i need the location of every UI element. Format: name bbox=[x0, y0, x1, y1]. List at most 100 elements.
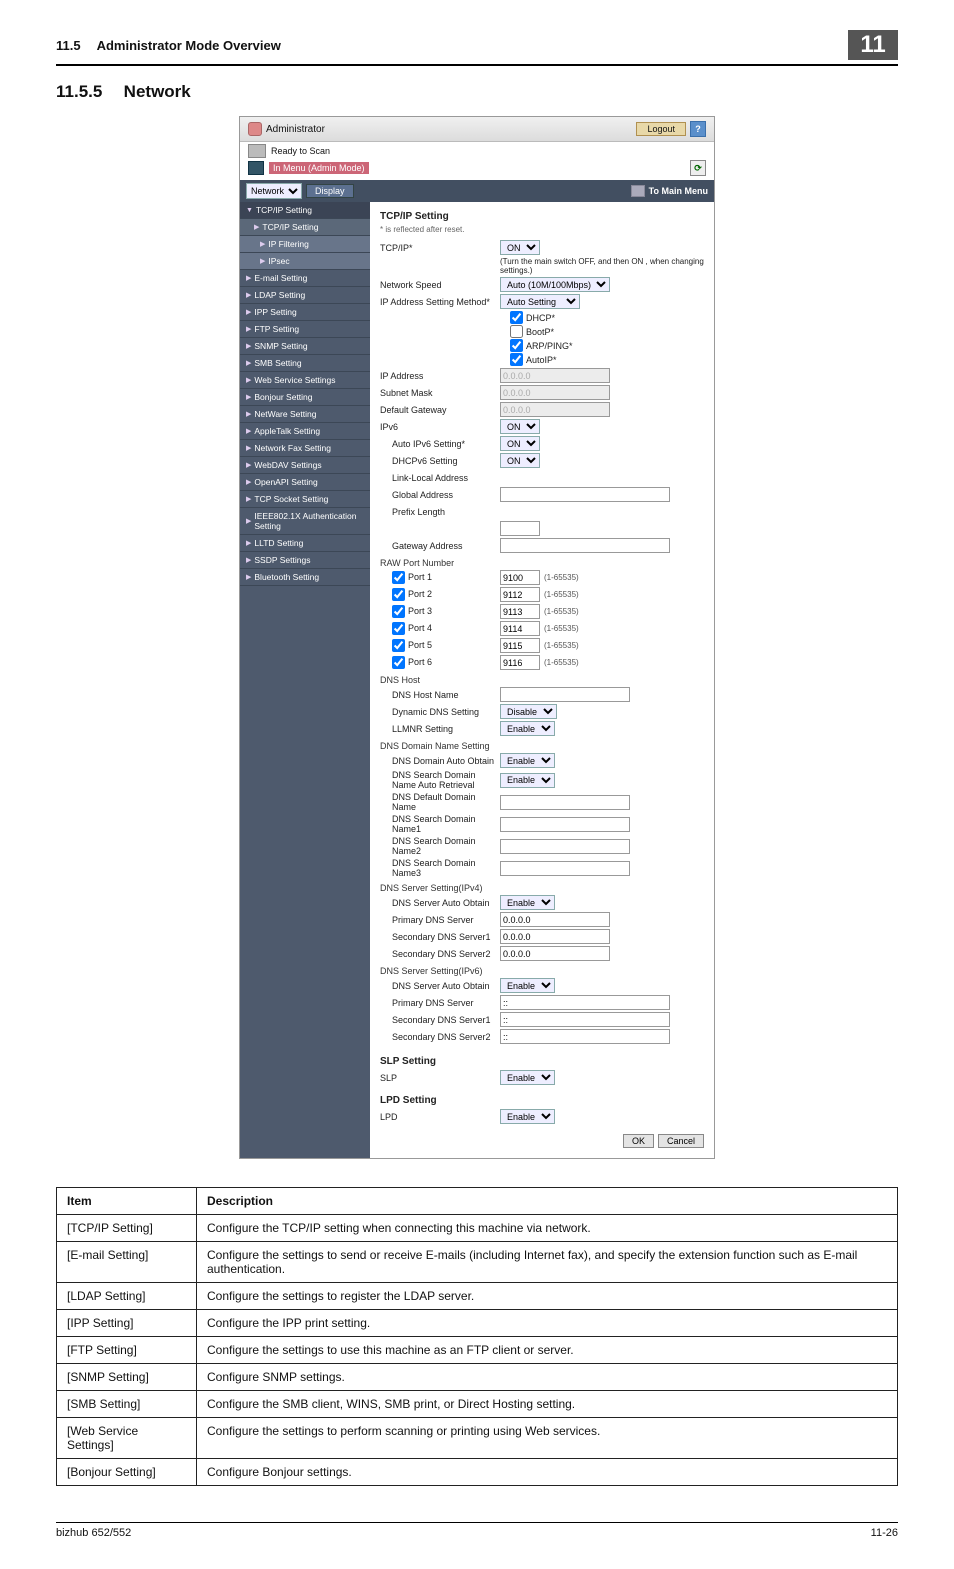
sidebar-item[interactable]: ▶SMB Setting bbox=[240, 355, 370, 372]
port-input[interactable] bbox=[500, 604, 540, 619]
lpd-select[interactable]: Enable bbox=[500, 1109, 555, 1124]
sidebar-item[interactable]: ▶Bluetooth Setting bbox=[240, 569, 370, 586]
reload-button[interactable]: ⟳ bbox=[690, 160, 706, 176]
port-checkbox[interactable] bbox=[392, 605, 405, 618]
netspeed-label: Network Speed bbox=[380, 280, 500, 290]
table-desc: Configure the settings to send or receiv… bbox=[197, 1242, 898, 1283]
ipmethod-label: IP Address Setting Method* bbox=[380, 297, 500, 307]
port-checkbox[interactable] bbox=[392, 588, 405, 601]
secdns1-input[interactable] bbox=[500, 929, 610, 944]
gatewayaddr-input[interactable] bbox=[500, 538, 670, 553]
port-checkbox[interactable] bbox=[392, 571, 405, 584]
th-desc: Description bbox=[197, 1188, 898, 1215]
heading-title: Network bbox=[124, 82, 191, 101]
ipaddr-input[interactable] bbox=[500, 368, 610, 383]
secdns2-input[interactable] bbox=[500, 946, 610, 961]
sidebar-item[interactable]: ▶SNMP Setting bbox=[240, 338, 370, 355]
th-item: Item bbox=[57, 1188, 197, 1215]
sidebar-item[interactable]: ▶OpenAPI Setting bbox=[240, 474, 370, 491]
table-item: [IPP Setting] bbox=[57, 1310, 197, 1337]
to-main-menu[interactable]: To Main Menu bbox=[649, 186, 708, 196]
table-desc: Configure Bonjour settings. bbox=[197, 1459, 898, 1486]
secdns61-input[interactable] bbox=[500, 1012, 670, 1027]
port-checkbox[interactable] bbox=[392, 622, 405, 635]
autoip-checkbox[interactable] bbox=[510, 353, 523, 366]
sidebar-item[interactable]: ▶E-mail Setting bbox=[240, 270, 370, 287]
logout-button[interactable]: Logout bbox=[636, 122, 686, 136]
sidebar-item[interactable]: ▶Bonjour Setting bbox=[240, 389, 370, 406]
dyndns-select[interactable]: Disable bbox=[500, 704, 557, 719]
sidebar-item[interactable]: ▶TCP Socket Setting bbox=[240, 491, 370, 508]
sidebar-item[interactable]: ▶Network Fax Setting bbox=[240, 440, 370, 457]
content-pane: TCP/IP Setting * is reflected after rese… bbox=[370, 202, 714, 1158]
port-input[interactable] bbox=[500, 587, 540, 602]
dnsdefdom-input[interactable] bbox=[500, 795, 630, 810]
secdns62-input[interactable] bbox=[500, 1029, 670, 1044]
dnsdomauto-select[interactable]: Enable bbox=[500, 753, 555, 768]
primdns6-input[interactable] bbox=[500, 995, 670, 1010]
subnet-input[interactable] bbox=[500, 385, 610, 400]
section-number: 11.5 bbox=[56, 38, 81, 53]
dnssearch3-input[interactable] bbox=[500, 861, 630, 876]
table-desc: Configure the SMB client, WINS, SMB prin… bbox=[197, 1391, 898, 1418]
port-input[interactable] bbox=[500, 570, 540, 585]
sidebar-item[interactable]: ▶SSDP Settings bbox=[240, 552, 370, 569]
dnssearch1-input[interactable] bbox=[500, 817, 630, 832]
sidebar-item[interactable]: ▶IPsec bbox=[240, 253, 370, 270]
nav-select[interactable]: Network bbox=[246, 183, 302, 199]
prefixlen-input[interactable] bbox=[500, 521, 540, 536]
table-item: [LDAP Setting] bbox=[57, 1283, 197, 1310]
description-table: Item Description [TCP/IP Setting]Configu… bbox=[56, 1187, 898, 1486]
table-desc: Configure the settings to perform scanni… bbox=[197, 1418, 898, 1459]
tcpip-hint: (Turn the main switch OFF, and then ON ,… bbox=[500, 257, 704, 275]
section-title: Administrator Mode Overview bbox=[97, 38, 848, 53]
sidebar-item[interactable]: ▶WebDAV Settings bbox=[240, 457, 370, 474]
in-menu-label: In Menu (Admin Mode) bbox=[269, 162, 369, 174]
port-input[interactable] bbox=[500, 621, 540, 636]
dhcpv6-select[interactable]: ON bbox=[500, 453, 540, 468]
dnshostname-input[interactable] bbox=[500, 687, 630, 702]
sidebar-item[interactable]: ▶AppleTalk Setting bbox=[240, 423, 370, 440]
ipv6-select[interactable]: ON bbox=[500, 419, 540, 434]
port-input[interactable] bbox=[500, 638, 540, 653]
panel-title: TCP/IP Setting bbox=[380, 211, 704, 222]
port-input[interactable] bbox=[500, 655, 540, 670]
cancel-button[interactable]: Cancel bbox=[658, 1134, 704, 1148]
sidebar-item[interactable]: ▶LDAP Setting bbox=[240, 287, 370, 304]
tcpip-select[interactable]: ON bbox=[500, 240, 540, 255]
primdns-input[interactable] bbox=[500, 912, 610, 927]
dnsv6auto-select[interactable]: Enable bbox=[500, 978, 555, 993]
table-desc: Configure the IPP print setting. bbox=[197, 1310, 898, 1337]
globaladdr-input[interactable] bbox=[500, 487, 670, 502]
netspeed-select[interactable]: Auto (10M/100Mbps) bbox=[500, 277, 610, 292]
ok-button[interactable]: OK bbox=[623, 1134, 654, 1148]
sidebar-item[interactable]: ▶LLTD Setting bbox=[240, 535, 370, 552]
display-button[interactable]: Display bbox=[306, 184, 354, 198]
footer-left: bizhub 652/552 bbox=[56, 1527, 131, 1539]
slp-select[interactable]: Enable bbox=[500, 1070, 555, 1085]
sidebar-item[interactable]: ▶IP Filtering bbox=[240, 236, 370, 253]
port-checkbox[interactable] bbox=[392, 639, 405, 652]
tcpip-label: TCP/IP* bbox=[380, 243, 500, 253]
dnssearchauto-select[interactable]: Enable bbox=[500, 773, 555, 788]
port-checkbox[interactable] bbox=[392, 656, 405, 669]
sidebar-item[interactable]: ▶NetWare Setting bbox=[240, 406, 370, 423]
ipmethod-select[interactable]: Auto Setting bbox=[500, 294, 580, 309]
dhcp-checkbox[interactable] bbox=[510, 311, 523, 324]
dnssearch2-input[interactable] bbox=[500, 839, 630, 854]
bootp-checkbox[interactable] bbox=[510, 325, 523, 338]
table-item: [TCP/IP Setting] bbox=[57, 1215, 197, 1242]
autoipv6-select[interactable]: ON bbox=[500, 436, 540, 451]
llmnr-select[interactable]: Enable bbox=[500, 721, 555, 736]
sidebar-item[interactable]: ▶Web Service Settings bbox=[240, 372, 370, 389]
arpping-checkbox[interactable] bbox=[510, 339, 523, 352]
gateway-input[interactable] bbox=[500, 402, 610, 417]
dnsv4auto-select[interactable]: Enable bbox=[500, 895, 555, 910]
sidebar-item[interactable]: ▶FTP Setting bbox=[240, 321, 370, 338]
status-ready: Ready to Scan bbox=[271, 146, 330, 156]
help-button[interactable]: ? bbox=[690, 121, 706, 137]
sidebar-item[interactable]: ▼TCP/IP Setting bbox=[240, 202, 370, 219]
sidebar-item[interactable]: ▶IEEE802.1X Authentication Setting bbox=[240, 508, 370, 535]
sidebar-item[interactable]: ▶IPP Setting bbox=[240, 304, 370, 321]
sidebar-item[interactable]: ▶TCP/IP Setting bbox=[240, 219, 370, 236]
